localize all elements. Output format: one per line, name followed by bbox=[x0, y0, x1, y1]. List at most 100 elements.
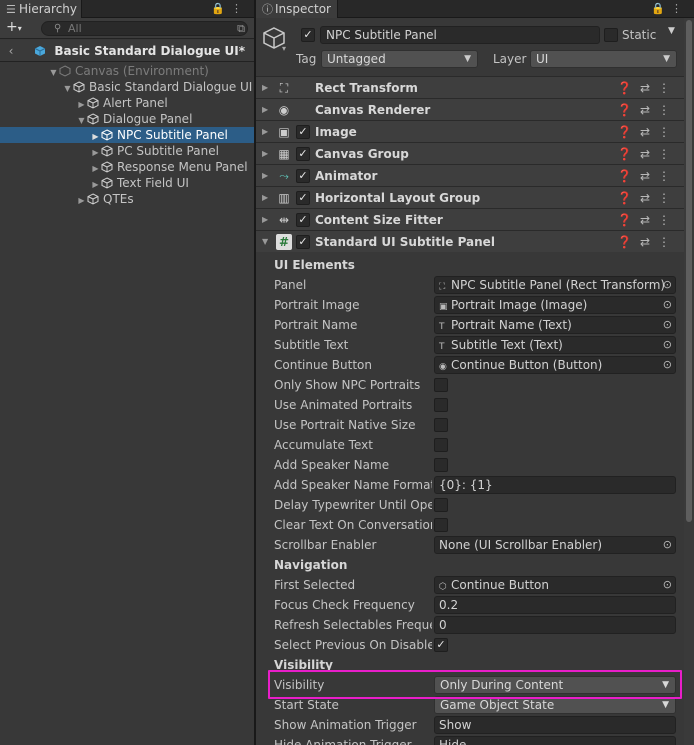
collapsed-arrow-icon[interactable]: ▶ bbox=[262, 99, 268, 121]
help-icon[interactable]: ❓ bbox=[617, 125, 640, 139]
back-arrow-icon[interactable]: ‹ bbox=[0, 40, 22, 62]
object-field[interactable]: ▣ Portrait Image (Image) ⊙ bbox=[434, 296, 676, 314]
text-field[interactable]: {0}: {1} bbox=[434, 476, 676, 494]
component-standard-ui-subtitle-panel[interactable]: ▼ # ✓ Standard UI Subtitle Panel ❓⇄⋮ bbox=[256, 230, 684, 252]
component-rect-transform[interactable]: ▶ ⛶ Rect Transform ❓⇄⋮ bbox=[256, 76, 684, 98]
object-field[interactable]: T Subtitle Text (Text) ⊙ bbox=[434, 336, 676, 354]
more-menu-icon[interactable]: ⋮ bbox=[658, 235, 678, 249]
more-menu-icon[interactable]: ⋮ bbox=[658, 103, 678, 117]
static-dropdown-icon[interactable]: ▼ bbox=[668, 26, 675, 36]
object-field[interactable]: None (UI Scrollbar Enabler) ⊙ bbox=[434, 536, 676, 554]
scene-header[interactable]: ‹ Basic Standard Dialogue UI* bbox=[0, 40, 254, 62]
component-animator[interactable]: ▶ ⤳ ✓ Animator ❓⇄⋮ bbox=[256, 164, 684, 186]
object-picker-icon[interactable]: ⊙ bbox=[663, 577, 672, 593]
tab-hierarchy[interactable]: ☰ Hierarchy bbox=[0, 0, 82, 18]
more-menu-icon[interactable]: ⋮ bbox=[231, 2, 248, 15]
help-icon[interactable]: ❓ bbox=[617, 235, 640, 249]
preset-icon[interactable]: ⇄ bbox=[640, 169, 658, 183]
checkbox[interactable] bbox=[434, 418, 448, 432]
preset-icon[interactable]: ⇄ bbox=[640, 125, 658, 139]
lock-icon[interactable]: 🔒 bbox=[651, 2, 671, 15]
number-field[interactable]: 0 bbox=[434, 616, 676, 634]
tab-inspector[interactable]: ⓘ Inspector bbox=[256, 0, 338, 18]
active-checkbox[interactable]: ✓ bbox=[301, 28, 315, 42]
tag-dropdown[interactable]: Untagged ▼ bbox=[321, 50, 478, 68]
help-icon[interactable]: ❓ bbox=[617, 103, 640, 117]
tree-item-response-menu-panel[interactable]: ▶ Response Menu Panel bbox=[0, 159, 254, 175]
component-image[interactable]: ▶ ▣ ✓ Image ❓⇄⋮ bbox=[256, 120, 684, 142]
static-checkbox[interactable] bbox=[604, 28, 618, 42]
more-menu-icon[interactable]: ⋮ bbox=[658, 81, 678, 95]
tree-item-basic-standard-dialogue-ui[interactable]: ▼ Basic Standard Dialogue UI bbox=[0, 79, 254, 95]
object-field[interactable]: ⬡ Continue Button ⊙ bbox=[434, 576, 676, 594]
lock-icon[interactable]: 🔒 bbox=[211, 2, 231, 15]
preset-icon[interactable]: ⇄ bbox=[640, 213, 658, 227]
more-menu-icon[interactable]: ⋮ bbox=[658, 169, 678, 183]
collapsed-arrow-icon[interactable]: ▶ bbox=[262, 187, 268, 209]
scrollbar-thumb[interactable] bbox=[686, 20, 692, 522]
component-enabled-checkbox[interactable]: ✓ bbox=[296, 169, 310, 183]
checkbox[interactable] bbox=[434, 498, 448, 512]
preset-icon[interactable]: ⇄ bbox=[640, 81, 658, 95]
icon-dropdown-icon[interactable]: ▾ bbox=[282, 44, 286, 53]
preset-icon[interactable]: ⇄ bbox=[640, 235, 658, 249]
component-content-size-fitter[interactable]: ▶ ⇹ ✓ Content Size Fitter ❓⇄⋮ bbox=[256, 208, 684, 230]
text-field[interactable]: Show bbox=[434, 716, 676, 734]
add-button[interactable]: +▾ bbox=[6, 19, 22, 35]
tree-item-canvas[interactable]: ▼ Canvas (Environment) bbox=[0, 63, 254, 79]
object-picker-icon[interactable]: ⊙ bbox=[663, 337, 672, 353]
component-enabled-checkbox[interactable]: ✓ bbox=[296, 191, 310, 205]
more-menu-icon[interactable]: ⋮ bbox=[671, 2, 688, 15]
checkbox[interactable] bbox=[434, 398, 448, 412]
component-enabled-checkbox[interactable]: ✓ bbox=[296, 125, 310, 139]
checkbox[interactable] bbox=[434, 438, 448, 452]
component-enabled-checkbox[interactable]: ✓ bbox=[296, 213, 310, 227]
collapsed-arrow-icon[interactable]: ▶ bbox=[262, 143, 268, 165]
layer-dropdown[interactable]: UI ▼ bbox=[530, 50, 677, 68]
checkbox[interactable]: ✓ bbox=[434, 638, 448, 652]
number-field[interactable]: 0.2 bbox=[434, 596, 676, 614]
tree-item-alert-panel[interactable]: ▶ Alert Panel bbox=[0, 95, 254, 111]
component-enabled-checkbox[interactable]: ✓ bbox=[296, 235, 310, 249]
object-picker-icon[interactable]: ⊙ bbox=[663, 277, 672, 293]
checkbox[interactable] bbox=[434, 378, 448, 392]
object-field[interactable]: T Portrait Name (Text) ⊙ bbox=[434, 316, 676, 334]
object-name-field[interactable]: NPC Subtitle Panel bbox=[320, 26, 600, 44]
component-canvas-renderer[interactable]: ▶ ◉ Canvas Renderer ❓⇄⋮ bbox=[256, 98, 684, 120]
help-icon[interactable]: ❓ bbox=[617, 169, 640, 183]
tree-item-pc-subtitle-panel[interactable]: ▶ PC Subtitle Panel bbox=[0, 143, 254, 159]
collapsed-arrow-icon[interactable]: ▶ bbox=[262, 209, 268, 231]
collapsed-arrow-icon[interactable]: ▶ bbox=[76, 193, 87, 209]
more-menu-icon[interactable]: ⋮ bbox=[658, 147, 678, 161]
object-field[interactable]: ⛶ NPC Subtitle Panel (Rect Transform) ⊙ bbox=[434, 276, 676, 294]
help-icon[interactable]: ❓ bbox=[617, 81, 640, 95]
component-canvas-group[interactable]: ▶ ▦ ✓ Canvas Group ❓⇄⋮ bbox=[256, 142, 684, 164]
component-horizontal-layout-group[interactable]: ▶ ▥ ✓ Horizontal Layout Group ❓⇄⋮ bbox=[256, 186, 684, 208]
preset-icon[interactable]: ⇄ bbox=[640, 191, 658, 205]
object-picker-icon[interactable]: ⊙ bbox=[663, 537, 672, 553]
more-menu-icon[interactable]: ⋮ bbox=[658, 213, 678, 227]
preset-icon[interactable]: ⇄ bbox=[640, 147, 658, 161]
object-field[interactable]: ◉ Continue Button (Button) ⊙ bbox=[434, 356, 676, 374]
object-picker-icon[interactable]: ⊙ bbox=[663, 297, 672, 313]
help-icon[interactable]: ❓ bbox=[617, 191, 640, 205]
checkbox[interactable] bbox=[434, 458, 448, 472]
help-icon[interactable]: ❓ bbox=[617, 213, 640, 227]
help-icon[interactable]: ❓ bbox=[617, 147, 640, 161]
object-picker-icon[interactable]: ⊙ bbox=[663, 357, 672, 373]
search-filter-icon[interactable]: ⧉ bbox=[237, 22, 245, 35]
collapsed-arrow-icon[interactable]: ▶ bbox=[262, 165, 268, 187]
collapsed-arrow-icon[interactable]: ▶ bbox=[262, 77, 268, 99]
checkbox[interactable] bbox=[434, 518, 448, 532]
preset-icon[interactable]: ⇄ bbox=[640, 103, 658, 117]
text-field[interactable]: Hide bbox=[434, 736, 676, 745]
tree-item-qtes[interactable]: ▶ QTEs bbox=[0, 191, 254, 207]
tree-item-npc-subtitle-panel[interactable]: ▶ NPC Subtitle Panel bbox=[0, 127, 254, 143]
object-picker-icon[interactable]: ⊙ bbox=[663, 317, 672, 333]
tree-item-dialogue-panel[interactable]: ▼ Dialogue Panel bbox=[0, 111, 254, 127]
more-menu-icon[interactable]: ⋮ bbox=[658, 191, 678, 205]
search-input[interactable]: ⚲ All ⧉ bbox=[41, 21, 248, 36]
more-menu-icon[interactable]: ⋮ bbox=[658, 125, 678, 139]
tree-item-text-field-ui[interactable]: ▶ Text Field UI bbox=[0, 175, 254, 191]
expanded-arrow-icon[interactable]: ▼ bbox=[262, 231, 268, 253]
